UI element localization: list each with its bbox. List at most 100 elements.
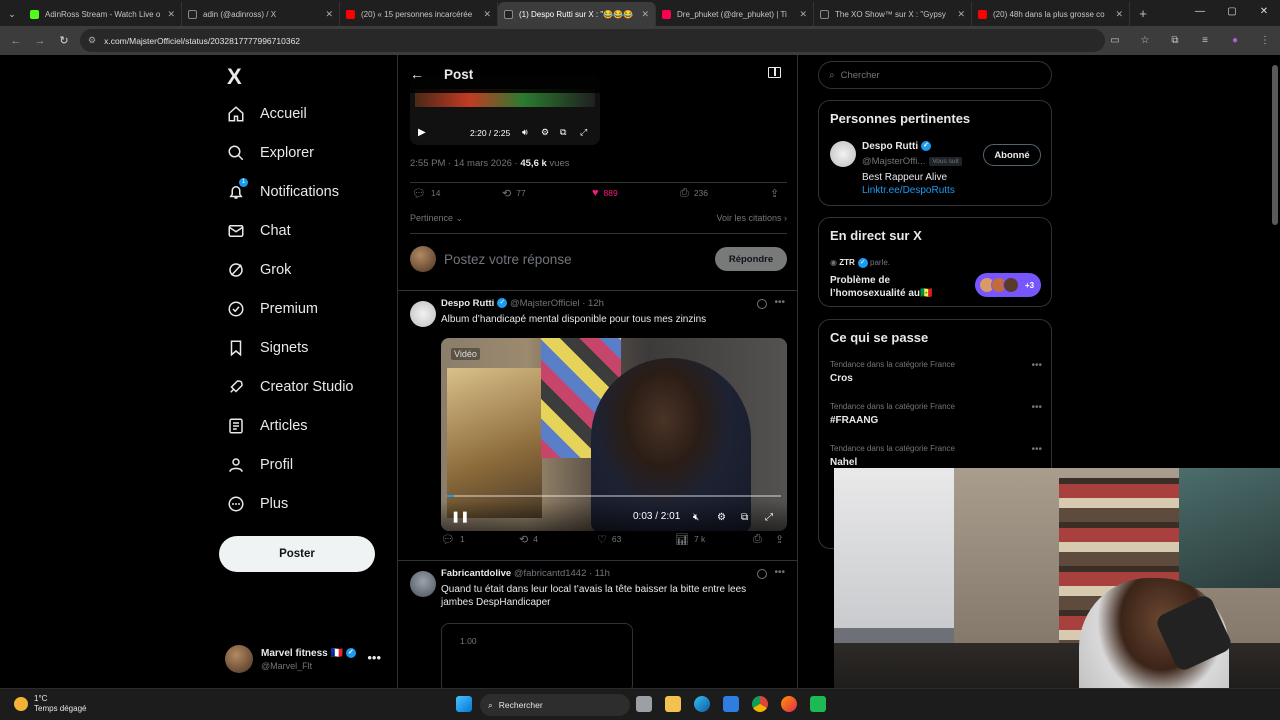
browser-tab[interactable]: (20) 48h dans la plus grosse co ✕ (972, 2, 1130, 26)
edge-icon[interactable] (694, 696, 710, 712)
profile-icon[interactable]: ● (1220, 35, 1250, 46)
share-action[interactable]: ⇪ (770, 187, 784, 200)
close-window-icon[interactable]: ✕ (1248, 0, 1280, 24)
task-view-icon[interactable] (636, 696, 652, 712)
account-switcher[interactable]: Marvel fitness 🇫🇷 ✓ @Marvel_Flt ••• (225, 642, 393, 676)
forward-nav-icon[interactable]: → (28, 35, 52, 47)
reload-icon[interactable]: ↻ (52, 34, 76, 47)
fullscreen-icon[interactable]: ⤢ (765, 512, 773, 523)
page-scrollbar[interactable] (1272, 65, 1278, 225)
tab-close-icon[interactable]: ✕ (957, 9, 965, 20)
site-info-icon[interactable]: ⚙ (88, 35, 96, 46)
firefox-icon[interactable] (781, 696, 797, 712)
store-icon[interactable] (723, 696, 739, 712)
weather-widget[interactable]: 1°C Temps dégagé (14, 694, 86, 714)
tab-close-icon[interactable]: ✕ (799, 9, 807, 20)
embedded-media[interactable]: 1.00 (441, 623, 633, 688)
avatar[interactable] (830, 141, 856, 167)
video-progress-bar[interactable] (447, 495, 781, 497)
live-topic[interactable]: Problème de l’homosexualité au🇸🇳 (830, 274, 960, 300)
grok-icon[interactable] (757, 569, 767, 579)
file-explorer-icon[interactable] (665, 696, 681, 712)
settings-icon[interactable]: ⚙ (541, 127, 549, 138)
nav-item-grok[interactable]: Grok (219, 253, 291, 287)
tab-close-icon[interactable]: ✕ (167, 9, 175, 20)
repost-action[interactable]: ⟲ 4 (519, 533, 538, 546)
media-icon[interactable]: ≡ (1190, 35, 1220, 46)
pause-icon[interactable]: ❚❚ (451, 510, 469, 523)
reply-action[interactable]: 💬︎ 1 (441, 533, 465, 546)
extensions-icon[interactable]: ⧉ (1160, 35, 1190, 46)
nav-item-articles[interactable]: Articles (219, 409, 308, 443)
following-button[interactable]: Abonné (983, 144, 1041, 166)
settings-icon[interactable]: ⚙ (717, 512, 726, 523)
search-input[interactable]: Chercher (841, 70, 880, 81)
browser-tab[interactable]: adin (@adinross) / X ✕ (182, 2, 340, 26)
tab-search-icon[interactable]: ⌄ (0, 2, 24, 26)
reader-mode-icon[interactable] (768, 67, 781, 78)
browser-tab[interactable]: Dre_phuket (@dre_phuket) | Ti ✕ (656, 2, 814, 26)
person-name[interactable]: Despo Rutti ✓ (862, 141, 932, 152)
live-host[interactable]: ◉ ZTR ✓ parle. (830, 258, 890, 268)
view-quotes-link[interactable]: Voir les citations › (716, 213, 787, 223)
nav-item-signets[interactable]: Signets (219, 331, 308, 365)
browser-tab[interactable]: (20) « 15 personnes incarcérée ✕ (340, 2, 498, 26)
author-name[interactable]: Fabricantdolive (441, 568, 511, 579)
trend-item[interactable]: Tendance dans la catégorie France #FRAAN… (830, 402, 1042, 426)
browser-menu-icon[interactable]: ⋮ (1250, 35, 1280, 46)
pip-icon[interactable]: ⧉ (741, 512, 748, 523)
app-icon[interactable] (810, 696, 826, 712)
tab-close-icon[interactable]: ✕ (325, 9, 333, 20)
author-name[interactable]: Despo Rutti (441, 298, 494, 309)
back-nav-icon[interactable]: ← (4, 35, 28, 47)
maximize-icon[interactable]: ▢ (1216, 0, 1248, 24)
mute-icon[interactable]: 🔇︎ (693, 512, 699, 523)
fullscreen-icon[interactable]: ⤢ (580, 127, 587, 138)
trend-item[interactable]: Tendance dans la catégorie France Nahel … (830, 444, 1042, 468)
browser-tab[interactable]: The XO Show™ sur X : "Gypsy ✕ (814, 2, 972, 26)
reply-button[interactable]: Répondre (715, 247, 787, 271)
nav-item-creator-studio[interactable]: Creator Studio (219, 370, 354, 404)
volume-icon[interactable]: 🔊︎ (522, 127, 528, 138)
new-tab-button[interactable]: + (1130, 2, 1156, 26)
play-icon[interactable]: ▶ (418, 127, 426, 138)
reply-video-player[interactable]: Vidéo ❚❚ 0:03 / 2:01 🔇︎ ⚙ ⧉ ⤢ (441, 338, 787, 531)
url-field[interactable]: ⚙ x.com/MajsterOfficiel/status/203281777… (80, 29, 1105, 52)
tab-close-icon[interactable]: ✕ (1115, 9, 1123, 20)
minimize-icon[interactable]: — (1184, 0, 1216, 24)
person-link[interactable]: Linktr.ee/DespoRutts (862, 185, 955, 196)
nav-item-profil[interactable]: Profil (219, 448, 293, 482)
browser-tab-active[interactable]: (1) Despo Rutti sur X : "😂😂😂 ✕ (498, 2, 656, 26)
nav-item-premium[interactable]: Premium (219, 292, 318, 326)
like-action[interactable]: ♡ 63 (597, 533, 621, 546)
more-icon[interactable]: ••• (774, 567, 785, 578)
nav-item-notifications[interactable]: 1 Notifications (219, 175, 339, 209)
cast-icon[interactable]: ▭ (1100, 35, 1130, 46)
tab-close-icon[interactable]: ✕ (483, 9, 491, 20)
reply-tweet[interactable]: Despo Rutti ✓ @MajsterOfficiel · 12h ••• … (398, 293, 797, 557)
sort-dropdown[interactable]: Pertinence ⌄ (410, 213, 463, 223)
like-action[interactable]: ♥ 889 (592, 187, 618, 199)
chrome-icon[interactable] (752, 696, 768, 712)
more-icon[interactable]: ••• (367, 650, 381, 665)
star-icon[interactable]: ☆ (1130, 35, 1160, 46)
browser-tab[interactable]: AdinRoss Stream - Watch Live o ✕ (24, 2, 182, 26)
more-icon[interactable]: ••• (1031, 444, 1042, 455)
more-icon[interactable]: ••• (1031, 360, 1042, 371)
trend-item[interactable]: Tendance dans la catégorie France Cros •… (830, 360, 1042, 384)
nav-item-accueil[interactable]: Accueil (219, 97, 307, 131)
x-logo[interactable]: X (227, 64, 242, 90)
bookmark-action[interactable]: ⎙ 236 (680, 187, 708, 200)
nav-item-explorer[interactable]: Explorer (219, 136, 314, 170)
reply-tweet[interactable]: Fabricantdolive @fabricantd1442 · 11h ••… (398, 563, 797, 688)
share-action[interactable]: ⇪ (775, 533, 789, 546)
search-box[interactable]: ⌕ Chercher (818, 61, 1052, 89)
grok-icon[interactable] (757, 299, 767, 309)
taskbar-search[interactable]: ⌕ Rechercher (480, 694, 630, 716)
bookmark-action[interactable]: ⎙ (753, 533, 767, 546)
back-arrow-icon[interactable]: ← (410, 66, 424, 82)
nav-item-chat[interactable]: Chat (219, 214, 291, 248)
more-icon[interactable]: ••• (1031, 402, 1042, 413)
windows-start-icon[interactable] (456, 696, 472, 712)
live-speakers[interactable]: +3 (975, 273, 1041, 297)
